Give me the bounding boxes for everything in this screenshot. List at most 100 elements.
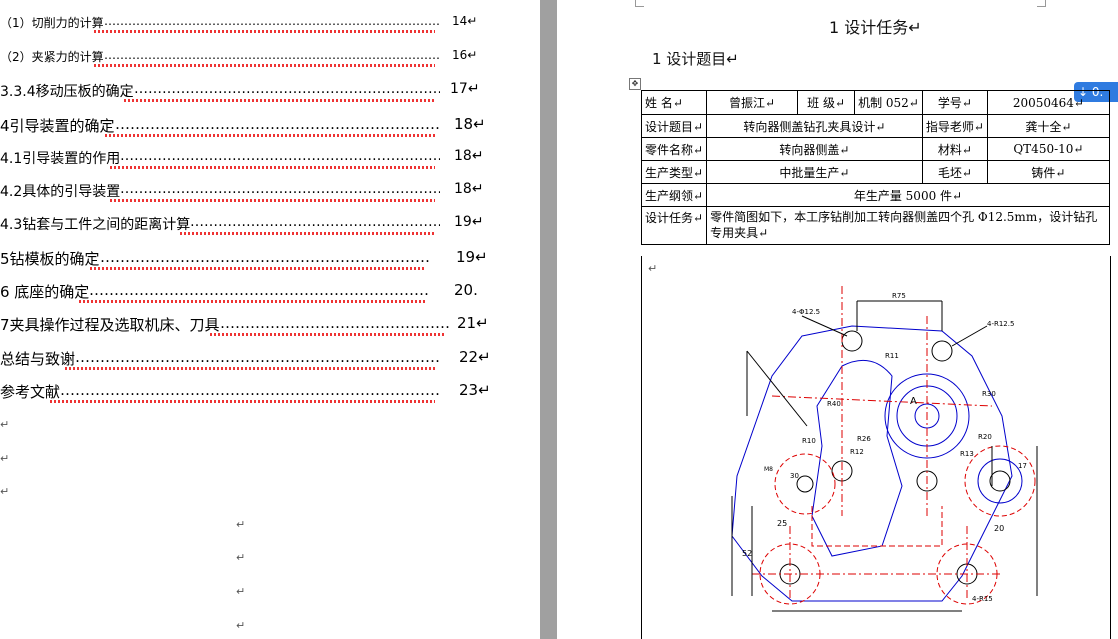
spellcheck-underline (65, 367, 435, 370)
datum-label: A (910, 396, 917, 407)
part-drawing: R75 4-R12.5 4-Φ12.5 R11 R30 R26 R12 R10 … (731, 286, 1038, 612)
cell-label-part: 零件名称↵ (640, 137, 708, 161)
toc-entry[interactable]: 参考文献………………………………………………………………………………………………… (0, 381, 540, 403)
corner-mark (635, 0, 644, 7)
toc-page-number: 19↵ (456, 248, 488, 266)
spellcheck-underline (180, 232, 435, 235)
toc-page-number: 18↵ (454, 148, 484, 164)
toc-leader-dots: …………………………………………………………………………………………………………… (115, 115, 440, 133)
spellcheck-underline (210, 333, 445, 336)
dim-label: R40 (827, 400, 841, 408)
paragraph-mark: ↵ (0, 485, 10, 498)
paragraph-mark: ↵ (236, 619, 246, 632)
paragraph-mark: ↵ (236, 551, 246, 564)
spellcheck-underline (105, 134, 435, 137)
paragraph-mark: ↵ (0, 418, 10, 431)
toc-entry-text: （2）夹紧力的计算 (0, 50, 104, 64)
dim-label: R20 (978, 433, 992, 441)
toc-entry-text: 4.3钻套与工件之间的距离计算 (0, 217, 191, 233)
toc-page-number: 16↵ (452, 48, 478, 62)
toc-entry[interactable]: （2）夹紧力的计算…………………………………………………………………………………… (0, 48, 540, 70)
corner-mark (1037, 0, 1046, 7)
cell-prodtype: 中批量生产↵ (706, 160, 923, 184)
toc-entry-text: 4引导装置的确定 (0, 117, 115, 135)
move-handle-icon[interactable]: ✥ (629, 78, 641, 90)
toc-leader-dots: …………………………………………………………………………………………………………… (100, 248, 430, 266)
dim-label: R12 (850, 448, 864, 456)
dim-label: 4-R15 (972, 595, 993, 603)
toc-entry-text: 总结与致谢 (0, 350, 76, 368)
toc-leader-dots: …………………………………………………………………………………………………………… (75, 348, 440, 366)
spellcheck-underline (90, 267, 425, 270)
toc-entry[interactable]: 4.2具体的引导装置………………………………………………………………………………… (0, 181, 540, 203)
dim-label: 52 (742, 549, 752, 558)
toc-entry[interactable]: （1）切削力的计算…………………………………………………………………………………… (0, 14, 540, 36)
toc-leader-dots: …………………………………………………………………………………………………………… (190, 214, 440, 230)
spellcheck-underline (94, 64, 435, 67)
toc-entry-text: 参考文献 (0, 383, 61, 401)
toc-entry[interactable]: 7夹具操作过程及选取机床、刀具…………………………………………………………………… (0, 314, 540, 336)
toc-page: （1）切削力的计算 …………………………………………………………………………………… (0, 0, 540, 639)
cell-label-id: 学号↵ (921, 90, 988, 115)
cell-part: 转向器侧盖↵ (706, 137, 923, 161)
toc-leader-dots: …………………………………………………………………………………………………………… (134, 81, 440, 97)
spellcheck-underline (50, 400, 435, 403)
cell-advisor: 龚十全↵ (986, 114, 1110, 138)
toc-entry[interactable]: 4.1引导装置的作用………………………………………………………………………………… (0, 148, 540, 170)
toc-entry-text: 5钻模板的确定 (0, 250, 100, 268)
paragraph-mark: ↵ (236, 518, 246, 531)
toc-page-number: 14↵ (452, 14, 478, 28)
toc-entry[interactable]: 5钻模板的确定………………………………………………………………………………………… (0, 248, 540, 270)
toc-leader-dots: …………………………………………………………………………………………………………… (120, 148, 440, 164)
cell-name: 曾振江↵ (706, 90, 799, 115)
toc-entry[interactable]: 总结与致谢……………………………………………………………………………………………… (0, 348, 540, 370)
cell-label-program: 生产纲领↵ (640, 183, 708, 207)
dim-label: R11 (885, 352, 899, 360)
toc-leader-dots: …………………………………………………………………………………………………………… (89, 281, 430, 299)
dim-label: R30 (982, 390, 996, 398)
toc-leader-dots: …………………………………………………………………………………………………………… (220, 314, 450, 332)
spellcheck-underline (124, 99, 435, 102)
spellcheck-underline (110, 166, 435, 169)
toc-entry-text: 7夹具操作过程及选取机床、刀具 (0, 316, 220, 334)
paragraph-mark: ↵ (236, 585, 246, 598)
toc-page-number: 23↵ (459, 381, 491, 399)
toc-entry-text: 4.1引导装置的作用 (0, 151, 121, 167)
toc-entry-text: 3.3.4移动压板的确定 (0, 84, 134, 100)
toc-page-number: 18↵ (454, 115, 486, 133)
spellcheck-underline (94, 30, 435, 33)
cell-label-material: 材料↵ (921, 137, 988, 161)
toc-page-number: 18↵ (454, 181, 484, 197)
dim-label: 4-Φ12.5 (792, 308, 820, 316)
cell-label-class: 班 级↵ (797, 90, 856, 115)
cell-label-task: 设计任务↵ (640, 206, 708, 245)
toc-page-number: 20. (454, 281, 478, 299)
toc-entry[interactable]: 3.3.4移动压板的确定…………………………………………………………………………… (0, 81, 540, 103)
spellcheck-underline (79, 300, 425, 303)
toc-entry[interactable]: 4.3钻套与工件之间的距离计算…………………………………………………………………… (0, 214, 540, 236)
spellcheck-underline (110, 199, 435, 202)
cell-label-topic: 设计题目↵ (640, 114, 708, 138)
dim-label: M8 (764, 466, 773, 473)
cell-task: 零件简图如下，本工序钻削加工转向器侧盖四个孔 Φ12.5mm，设计钻孔专用夹具↵ (706, 206, 1110, 245)
cell-class: 机制 052↵ (854, 90, 923, 115)
toc-entry-text: 4.2具体的引导装置 (0, 184, 121, 200)
toc-leader-dots: …………………………………………………………………………………………………………… (60, 381, 440, 399)
cell-program: 年生产量 5000 件↵ (706, 183, 1110, 207)
dim-label: 17 (1018, 462, 1027, 470)
toc-entry[interactable]: 6 底座的确定………………………………………………………………………………………… (0, 281, 540, 303)
dim-label: 25 (777, 519, 787, 528)
dim-label: R13 (960, 450, 974, 458)
cell-material: QT450-10↵ (986, 137, 1110, 161)
drawing-area: ↵ R75 4-R12.5 4-Φ12.5 R11 R30 R26 R12 R1… (641, 256, 1111, 639)
toc-page-number: 19↵ (454, 214, 484, 230)
toc-entry-text: 6 底座的确定 (0, 283, 90, 301)
dim-label: 20 (994, 524, 1004, 533)
cell-label-name: 姓 名↵ (640, 90, 708, 115)
toc-entry[interactable]: 4引导装置的确定……………………………………………………………………………………… (0, 115, 540, 137)
cell-blank: 铸件↵ (986, 160, 1110, 184)
toc-entry-text: （1）切削力的计算 (0, 16, 104, 30)
dim-label: R75 (892, 292, 906, 300)
cell-topic: 转向器侧盖钻孔夹具设计↵ (706, 114, 923, 138)
info-table: 姓 名↵ 曾振江↵ 班 级↵ 机制 052↵ 学号↵ 20050464↵ 设计题… (640, 90, 1110, 245)
